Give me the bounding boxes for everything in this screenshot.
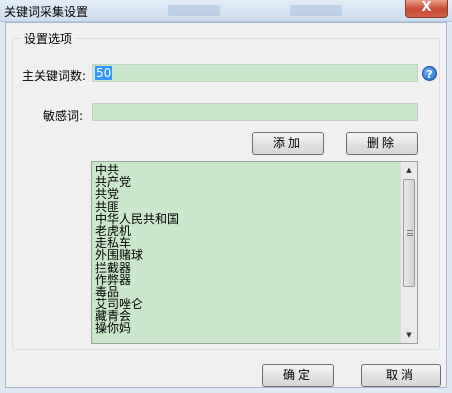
scroll-up-arrow-icon[interactable]: ▲ (401, 162, 417, 178)
background-window-ghost (290, 5, 342, 16)
dialog-body: 设置选项 主关键词数: 50 ? 敏感词: 添加 删除 中共 共产党 共党 共匪 中华人… (5, 22, 447, 388)
window-title: 关键词采集设置 (4, 5, 89, 19)
main-keyword-count-input[interactable]: 50 (92, 64, 418, 82)
background-window-ghost (168, 5, 220, 16)
help-icon[interactable]: ? (422, 66, 437, 81)
list-item[interactable]: 操你妈 (95, 322, 400, 334)
close-button[interactable]: X (405, 0, 448, 18)
list-item[interactable]: 藏青会 (95, 310, 400, 322)
list-item[interactable]: 共党 (95, 188, 400, 200)
main-keyword-count-value: 50 (95, 66, 113, 80)
list-item[interactable]: 中华人民共和国 (95, 213, 400, 225)
sensitive-word-list[interactable]: 中共 共产党 共党 共匪 中华人民共和国 老虎机 走私车 外围赌球 拦截器 作弊器 毒品 艾司唑仑 藏青… (91, 161, 418, 344)
list-item[interactable]: 中共 (95, 164, 400, 176)
scroll-down-arrow-icon[interactable]: ▼ (401, 327, 417, 343)
list-item[interactable]: 艾司唑仑 (95, 298, 400, 310)
sensitive-word-input[interactable] (92, 103, 418, 121)
delete-button[interactable]: 删除 (346, 132, 418, 155)
list-item[interactable]: 共产党 (95, 176, 400, 188)
sensitive-word-items: 中共 共产党 共党 共匪 中华人民共和国 老虎机 走私车 外围赌球 拦截器 作弊器 毒品 艾司唑仑 藏青… (95, 164, 400, 335)
sensitive-word-label: 敏感词: (43, 109, 84, 123)
list-item[interactable]: 拦截器 (95, 261, 400, 273)
close-icon: X (421, 0, 432, 15)
add-button[interactable]: 添加 (252, 132, 324, 155)
scroll-grip-icon (407, 230, 413, 236)
list-item[interactable]: 作弊器 (95, 273, 400, 285)
list-item[interactable]: 共匪 (95, 200, 400, 212)
list-item[interactable]: 老虎机 (95, 225, 400, 237)
groupbox-legend: 设置选项 (21, 30, 76, 47)
cancel-button[interactable]: 取消 (361, 364, 441, 387)
scroll-thumb[interactable] (403, 179, 415, 287)
list-item[interactable]: 外围赌球 (95, 249, 400, 261)
main-keyword-count-label: 主关键词数: (22, 69, 87, 83)
list-scrollbar[interactable]: ▲ ▼ (400, 162, 417, 343)
ok-button[interactable]: 确定 (262, 364, 334, 387)
title-bar: 关键词采集设置 X (0, 0, 452, 22)
